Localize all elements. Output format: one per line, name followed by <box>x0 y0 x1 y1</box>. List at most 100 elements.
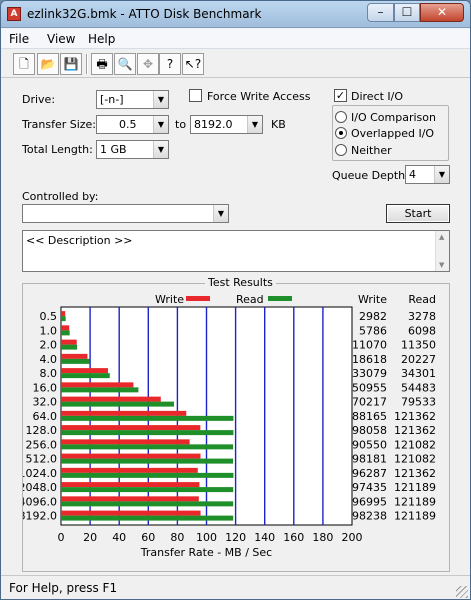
menu-view[interactable]: View <box>47 32 75 46</box>
move-icon[interactable]: ✥ <box>137 53 159 75</box>
read-bar <box>61 444 234 450</box>
resize-grip[interactable] <box>456 586 468 598</box>
y-tick-label: 8.0 <box>40 367 58 380</box>
legend-read-swatch <box>268 296 292 301</box>
read-column-header: Read <box>408 293 436 306</box>
y-tick-label: 0.5 <box>40 310 58 323</box>
direct-io-checkbox[interactable]: ✓ <box>334 89 347 102</box>
x-tick-label: 60 <box>141 531 155 544</box>
read-value-label: 121189 <box>394 495 436 508</box>
direct-io-label[interactable]: Direct I/O <box>351 90 403 103</box>
read-value-label: 3278 <box>408 310 436 323</box>
start-button[interactable]: Start <box>386 204 450 223</box>
read-bar <box>61 373 110 379</box>
overlapped-io-label[interactable]: Overlapped I/O <box>351 127 434 140</box>
y-tick-label: 64.0 <box>33 410 58 423</box>
transfer-size-to-select[interactable]: 8192.0 ▼ <box>190 115 263 134</box>
x-tick-label: 160 <box>283 531 304 544</box>
save-icon[interactable]: 💾 <box>60 53 82 75</box>
help-icon[interactable]: ? <box>159 53 181 75</box>
y-tick-label: 2.0 <box>40 339 58 352</box>
chevron-down-icon[interactable]: ▼ <box>434 166 449 183</box>
test-results-title: Test Results <box>205 276 276 289</box>
chevron-down-icon[interactable]: ▼ <box>153 91 168 108</box>
read-bar <box>61 401 175 407</box>
scroll-up-icon[interactable]: ▲ <box>439 233 444 241</box>
print-preview-icon[interactable]: 🔍 <box>114 53 136 75</box>
write-value-label: 98058 <box>352 424 387 437</box>
close-button[interactable]: ✕ <box>420 3 464 22</box>
write-value-label: 11070 <box>352 339 387 352</box>
read-bar <box>61 487 234 493</box>
force-write-label[interactable]: Force Write Access <box>207 90 310 103</box>
minimize-button[interactable]: – <box>367 3 394 22</box>
x-tick-label: 200 <box>342 531 363 544</box>
transfer-size-from-select[interactable]: 0.5 ▼ <box>96 115 169 134</box>
kb-label: KB <box>271 118 286 131</box>
io-comparison-label[interactable]: I/O Comparison <box>351 111 436 124</box>
read-value-label: 121082 <box>394 453 436 466</box>
drive-select[interactable]: [-n-] ▼ <box>96 90 169 109</box>
neither-label[interactable]: Neither <box>351 144 392 157</box>
write-bar <box>61 439 190 445</box>
open-icon[interactable]: 📂 <box>37 53 59 75</box>
y-tick-label: 4.0 <box>40 353 58 366</box>
write-value-label: 96287 <box>352 467 387 480</box>
read-value-label: 121189 <box>394 481 436 494</box>
write-value-label: 98238 <box>352 510 387 523</box>
read-value-label: 121362 <box>394 467 436 480</box>
total-length-label: Total Length: <box>22 143 93 156</box>
y-tick-label: 32.0 <box>33 396 58 409</box>
status-bar: For Help, press F1 <box>1 575 470 599</box>
chevron-down-icon[interactable]: ▼ <box>213 205 228 222</box>
write-value-label: 5786 <box>359 324 387 337</box>
read-bar <box>61 330 70 336</box>
x-tick-label: 20 <box>83 531 97 544</box>
controlled-by-select[interactable]: ▼ <box>22 204 229 223</box>
new-icon[interactable]: 🗋 <box>13 53 35 75</box>
neither-radio[interactable] <box>335 144 347 156</box>
read-bar <box>61 415 234 421</box>
description-scrollbar[interactable]: ▲ ▼ <box>435 231 449 271</box>
legend-read-label: Read <box>236 293 264 306</box>
read-value-label: 20227 <box>401 353 436 366</box>
overlapped-io-radio[interactable] <box>335 127 347 139</box>
menu-file[interactable]: File <box>9 32 29 46</box>
read-value-label: 79533 <box>401 396 436 409</box>
x-tick-label: 100 <box>196 531 217 544</box>
y-tick-label: 8192.0 <box>23 510 57 523</box>
x-tick-label: 40 <box>112 531 126 544</box>
to-label: to <box>175 118 187 131</box>
menu-help[interactable]: Help <box>88 32 115 46</box>
write-bar <box>61 467 198 473</box>
read-value-label: 121362 <box>394 410 436 423</box>
queue-depth-select[interactable]: 4 ▼ <box>405 165 450 184</box>
chevron-down-icon[interactable]: ▼ <box>153 116 168 133</box>
toolbar: 🗋 📂 💾 🖶 🔍 ✥ ? ↖? <box>1 50 470 78</box>
write-bar <box>61 325 70 331</box>
title-bar[interactable]: A ezlink32G.bmk - ATTO Disk Benchmark – … <box>1 1 470 28</box>
read-bar <box>61 501 234 507</box>
read-value-label: 121082 <box>394 438 436 451</box>
io-comparison-radio[interactable] <box>335 111 347 123</box>
total-length-select[interactable]: 1 GB ▼ <box>96 140 169 159</box>
controlled-by-label: Controlled by: <box>22 190 99 203</box>
read-bar <box>61 358 90 364</box>
write-value-label: 90550 <box>352 438 387 451</box>
write-value-label: 18618 <box>352 353 387 366</box>
print-icon[interactable]: 🖶 <box>91 53 113 75</box>
scroll-down-icon[interactable]: ▼ <box>439 261 444 269</box>
chevron-down-icon[interactable]: ▼ <box>247 116 262 133</box>
write-bar <box>61 496 199 502</box>
x-tick-label: 140 <box>254 531 275 544</box>
read-value-label: 121189 <box>394 510 436 523</box>
toolbar-separator <box>86 54 88 74</box>
description-box[interactable]: << Description >> ▲ ▼ <box>22 230 450 272</box>
write-bar <box>61 368 109 374</box>
maximize-button[interactable]: ☐ <box>394 3 420 22</box>
y-tick-label: 128.0 <box>26 424 58 437</box>
force-write-checkbox[interactable] <box>189 89 202 102</box>
legend-write-swatch <box>186 296 210 301</box>
chevron-down-icon[interactable]: ▼ <box>153 141 168 158</box>
context-help-icon[interactable]: ↖? <box>182 53 204 75</box>
